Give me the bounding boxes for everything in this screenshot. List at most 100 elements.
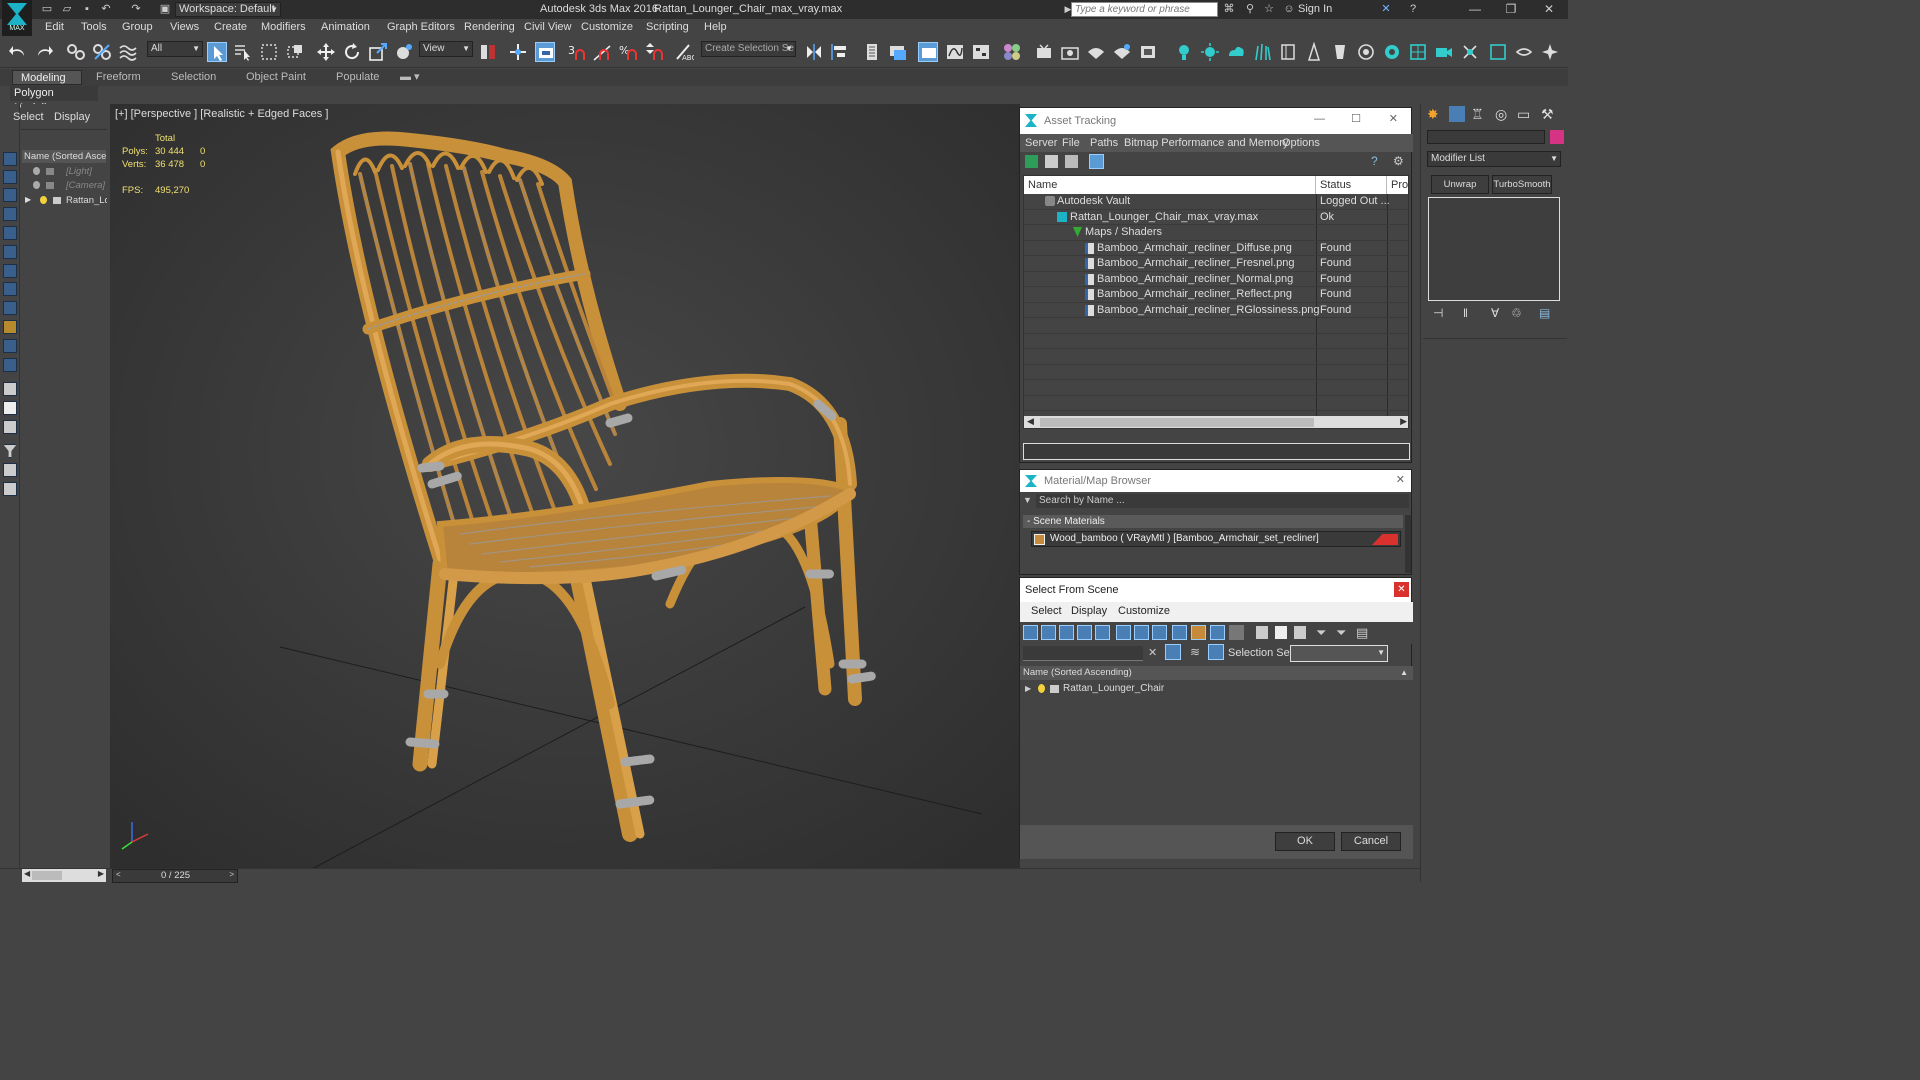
vray-fur-icon[interactable]	[1252, 42, 1272, 62]
vray-sky-icon[interactable]	[1226, 42, 1246, 62]
vray-grid-icon[interactable]	[1408, 42, 1428, 62]
find-name-input[interactable]	[1023, 646, 1143, 661]
column-header-status[interactable]: Status	[1316, 176, 1387, 194]
menu-select[interactable]: Select	[1031, 605, 1062, 617]
refresh-icon[interactable]	[1025, 155, 1038, 168]
angle-snap-icon[interactable]	[592, 42, 612, 62]
workspace-dropdown[interactable]: Workspace: Default ▼	[175, 2, 281, 17]
vray-sphere-icon[interactable]	[1356, 42, 1376, 62]
menu-options[interactable]: Options	[1282, 137, 1320, 149]
motion-tab-icon[interactable]: ◎	[1495, 106, 1511, 122]
display-invert-icon[interactable]	[1294, 626, 1306, 639]
display-cameras-icon[interactable]	[1077, 625, 1092, 640]
display-none-icon[interactable]	[1275, 626, 1287, 639]
sign-in-button[interactable]: Sign In	[1298, 3, 1332, 15]
layers-icon[interactable]: ≋	[1190, 645, 1200, 659]
expand-arrow-icon[interactable]: ▶	[25, 195, 31, 204]
layer-explorer-icon[interactable]	[862, 42, 882, 62]
list-view-icon[interactable]	[1045, 155, 1058, 168]
remove-modifier-icon[interactable]: ♲	[1511, 306, 1522, 320]
filter-toggle-icon[interactable]	[1165, 644, 1181, 660]
menu-group[interactable]: Group	[122, 21, 153, 33]
tab-populate[interactable]: Populate	[328, 70, 387, 85]
menu-bitmap-performance[interactable]: Bitmap Performance and Memory	[1124, 137, 1288, 149]
menu-scripting[interactable]: Scripting	[646, 21, 689, 33]
select-object-icon[interactable]	[207, 42, 227, 62]
vray-plane-icon[interactable]	[1304, 41, 1324, 62]
asset-path-field[interactable]	[1023, 443, 1410, 460]
scroll-right-icon[interactable]: ▶	[1400, 416, 1407, 427]
tab-freeform[interactable]: Freeform	[88, 70, 149, 85]
display-bones-icon[interactable]	[1172, 625, 1187, 640]
menu-server[interactable]: Server	[1025, 137, 1057, 149]
sync-selection-icon[interactable]	[3, 463, 17, 477]
list-item[interactable]: [Camera]	[23, 180, 107, 193]
display-none-icon[interactable]	[3, 401, 17, 415]
reference-coord-dropdown[interactable]: View ▼	[419, 41, 473, 57]
render-production-icon[interactable]	[1086, 42, 1106, 62]
display-hidden-icon[interactable]	[3, 358, 17, 372]
table-row[interactable]: Bamboo_Armchair_recliner_Diffuse.png Fou…	[1024, 241, 1408, 256]
app-logo[interactable]: MAX	[2, 0, 32, 36]
modify-tab-icon[interactable]	[1449, 106, 1465, 122]
restore-button[interactable]: ❐	[1496, 0, 1526, 19]
show-end-result-icon[interactable]: ‖	[1463, 306, 1468, 320]
mirror-icon[interactable]	[804, 42, 824, 62]
snaps-toggle-icon[interactable]: 3	[566, 42, 586, 62]
close-button[interactable]: ✕	[1394, 582, 1409, 597]
expand-arrow-icon[interactable]: ▶	[1025, 684, 1031, 693]
scroll-left-icon[interactable]: ◀	[1027, 416, 1034, 427]
vray-physical-camera-icon[interactable]	[1488, 42, 1508, 62]
lock-cell-editing-icon[interactable]	[3, 482, 17, 496]
light-bulb-icon[interactable]	[33, 167, 40, 175]
clear-search-icon[interactable]: ✕	[1148, 646, 1157, 659]
display-lights-icon[interactable]	[3, 188, 17, 202]
column-header-proxy[interactable]: Prox	[1387, 176, 1408, 194]
rendered-frame-window-icon[interactable]	[1060, 42, 1080, 62]
time-slider[interactable]: < 0 / 225 >	[112, 869, 238, 883]
rect-selection-icon[interactable]	[259, 42, 279, 62]
menu-customize[interactable]: Customize	[581, 21, 633, 33]
detail-view-icon[interactable]	[1065, 155, 1078, 168]
vray-render-elements-icon[interactable]	[1460, 42, 1480, 62]
toggle-ribbon-icon[interactable]	[918, 42, 938, 62]
display-hidden-icon[interactable]	[1229, 625, 1244, 640]
table-row[interactable]: Bamboo_Armchair_recliner_Normal.png Foun…	[1024, 272, 1408, 287]
menu-edit[interactable]: Edit	[45, 21, 64, 33]
filter-icon[interactable]: ⏷	[1316, 625, 1326, 641]
schematic-view-icon[interactable]	[971, 42, 991, 62]
table-row[interactable]: Maps / Shaders	[1024, 225, 1408, 241]
selection-filter-dropdown[interactable]: All ▼	[147, 41, 203, 57]
help-icon[interactable]: ?	[1371, 154, 1378, 168]
display-helpers-icon[interactable]	[3, 226, 17, 240]
link-icon[interactable]	[66, 42, 86, 62]
asset-tracking-titlebar[interactable]: Asset Tracking — ☐ ✕	[1020, 108, 1411, 134]
rotate-icon[interactable]	[342, 42, 362, 62]
scene-materials-group[interactable]: - Scene Materials	[1023, 515, 1403, 528]
undo-icon[interactable]	[8, 42, 28, 62]
material-search-input[interactable]: Search by Name ...	[1036, 494, 1409, 508]
display-groups-icon[interactable]	[1134, 625, 1149, 640]
vray-frame-buffer-icon[interactable]	[1382, 42, 1402, 62]
menu-create[interactable]: Create	[214, 21, 247, 33]
hierarchy-icon[interactable]	[1208, 644, 1224, 660]
search-input[interactable]: Type a keyword or phrase	[1071, 2, 1218, 17]
tab-modeling[interactable]: Modeling	[12, 70, 82, 85]
material-editor-icon[interactable]	[1002, 42, 1022, 62]
display-containers-icon[interactable]	[3, 320, 17, 334]
modifier-stack[interactable]	[1428, 197, 1560, 301]
vray-camera-icon[interactable]	[1434, 42, 1454, 62]
place-icon[interactable]	[394, 42, 414, 62]
scene-explorer-scrollbar[interactable]: ◀ ▶	[22, 869, 106, 882]
vray-light-icon[interactable]	[1174, 42, 1194, 62]
scrollbar-thumb[interactable]	[32, 871, 62, 880]
menu-animation[interactable]: Animation	[321, 21, 370, 33]
display-shapes-icon[interactable]	[3, 170, 17, 184]
material-browser-titlebar[interactable]: Material/Map Browser ✕	[1020, 470, 1411, 492]
display-groups-icon[interactable]	[3, 264, 17, 278]
utilities-tab-icon[interactable]: ⚒	[1541, 106, 1557, 122]
turbosmooth-button[interactable]: TurboSmooth	[1492, 175, 1552, 194]
menu-display[interactable]: Display	[1071, 605, 1107, 617]
close-button[interactable]: ✕	[1396, 473, 1405, 486]
material-item[interactable]: Wood_bamboo ( VRayMtl ) [Bamboo_Armchair…	[1031, 531, 1401, 547]
